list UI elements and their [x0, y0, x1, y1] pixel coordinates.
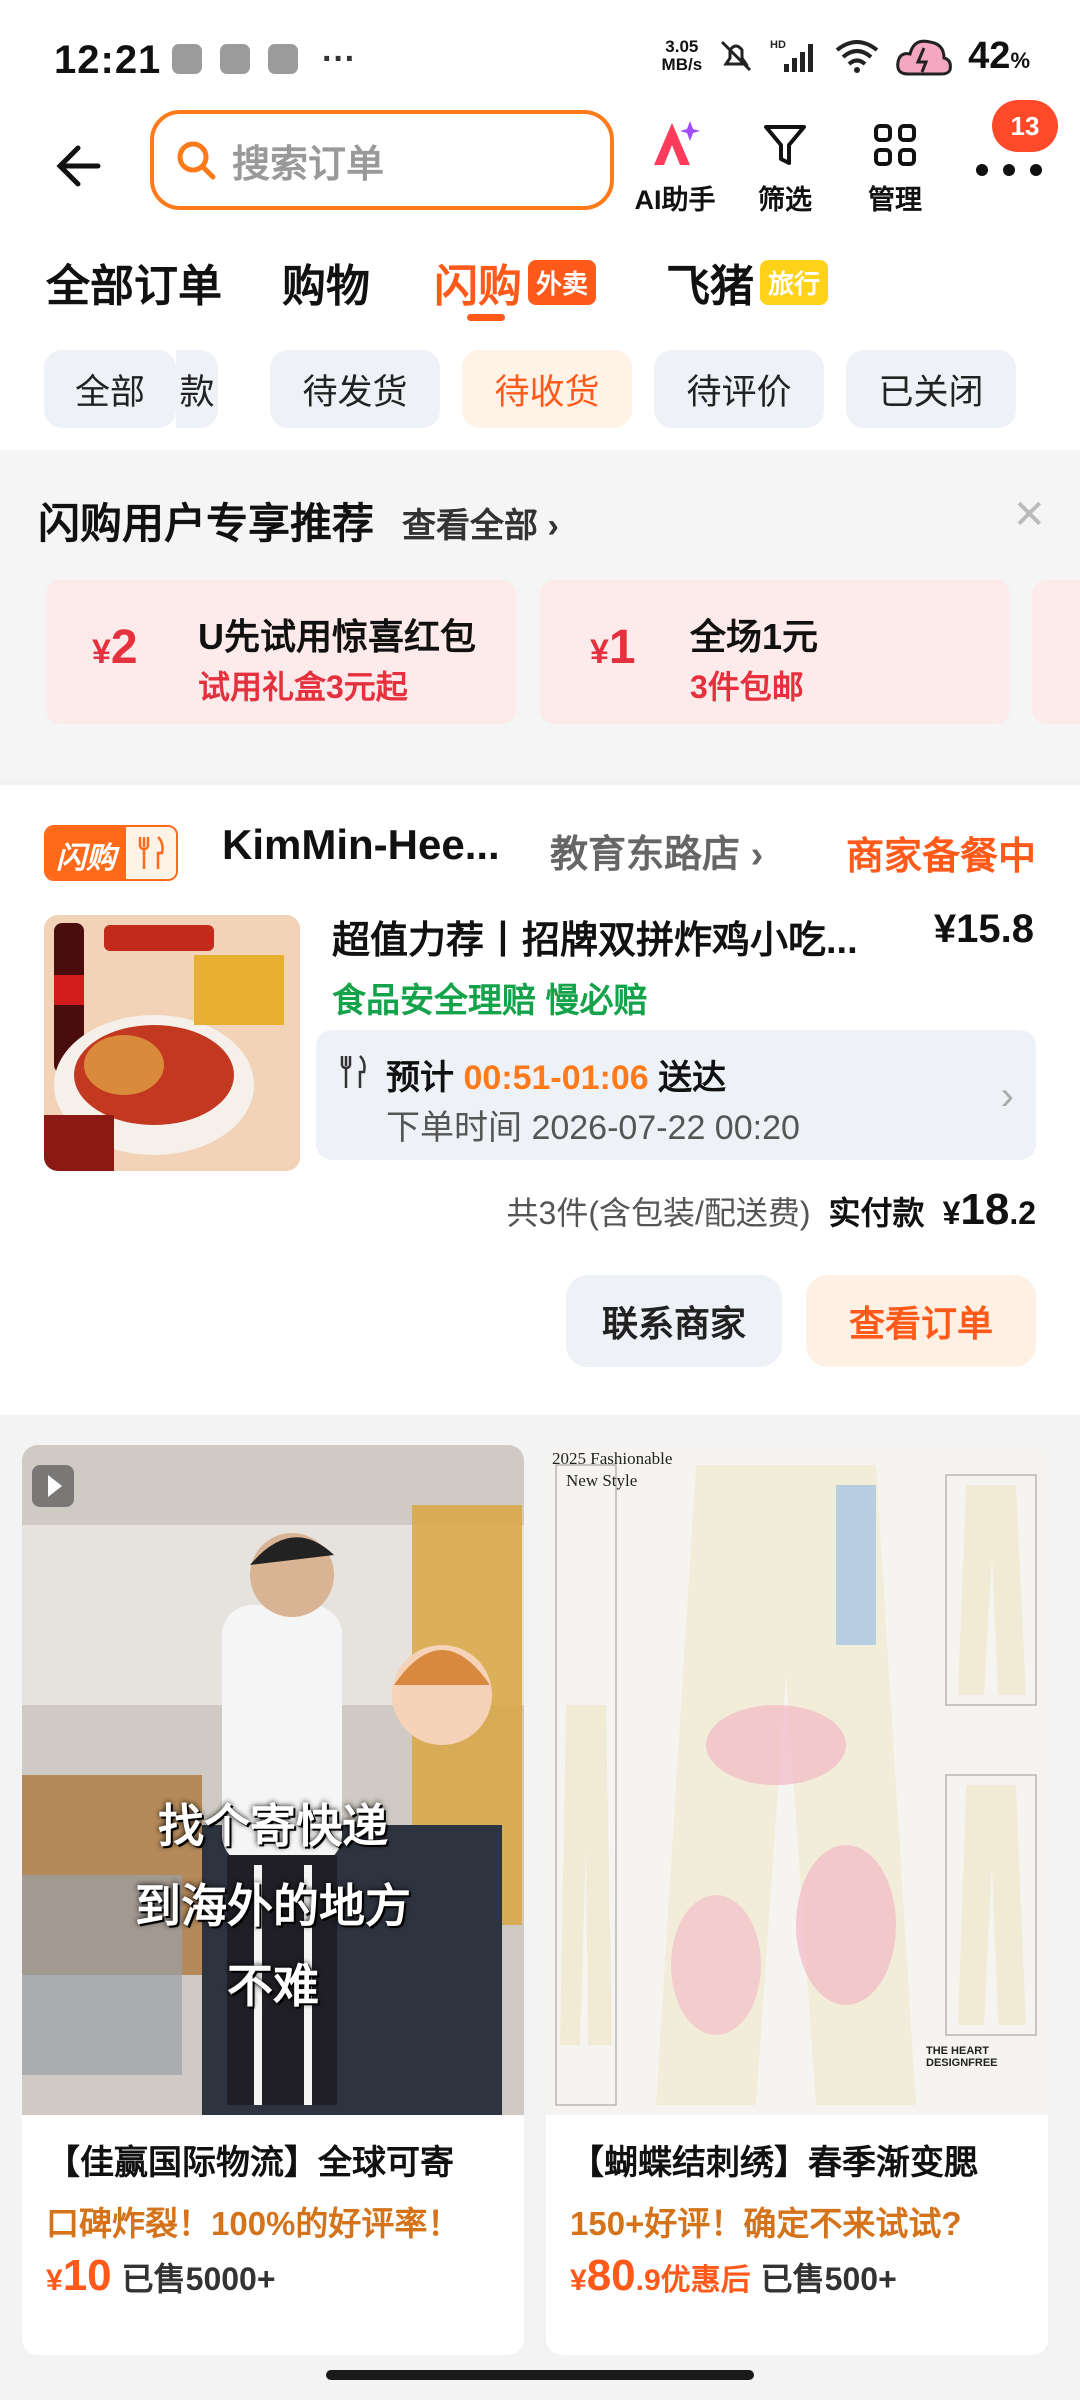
- manage-button[interactable]: 管理: [840, 116, 950, 217]
- back-arrow-icon[interactable]: [44, 136, 104, 196]
- view-order-button[interactable]: 查看订单: [806, 1275, 1036, 1367]
- coupon-subtitle: 3件包邮: [690, 669, 804, 705]
- tab-shopping[interactable]: 购物: [282, 250, 370, 314]
- sold-count: 已售500+: [760, 2261, 897, 2297]
- close-icon[interactable]: ✕: [1012, 492, 1046, 538]
- app-notification-icon: [172, 44, 202, 74]
- weibo-notification-icon: [268, 44, 298, 74]
- recommend-title: 闪购用户专享推荐: [38, 500, 375, 547]
- shop-branch[interactable]: 教育东路店 ›: [550, 823, 763, 878]
- fried-chicken-image: [44, 915, 300, 1171]
- chip-closed[interactable]: 已关闭: [846, 350, 1016, 428]
- shop-name[interactable]: KimMin-Hee...: [222, 821, 500, 869]
- coupon-card[interactable]: ¥2 U先试用惊喜红包 试用礼盒3元起: [46, 580, 516, 724]
- search-icon: [177, 141, 216, 180]
- message-badge: 13: [992, 100, 1058, 152]
- chip-all[interactable]: 全部: [44, 350, 176, 428]
- chevron-right-icon: ›: [547, 507, 559, 545]
- wechat-notification-icon: [220, 44, 250, 74]
- tab-flash-purchase[interactable]: 闪购 外卖: [434, 250, 597, 314]
- status-filter-chips: 全部 款 待发货 待收货 待评价 已关闭: [0, 350, 1080, 450]
- paid-amount: ¥18.2: [942, 1185, 1036, 1234]
- recommendation-feed: 找个寄快递 到海外的地方 不难 【佳赢国际物流】全球可寄 口碑炸裂！100%的好…: [0, 1415, 1080, 2400]
- ai-sparkle-icon: [654, 121, 700, 165]
- svg-text:HD: HD: [770, 39, 786, 51]
- more-notifications-icon: ···: [322, 40, 356, 78]
- product-title[interactable]: 超值力荐丨招牌双拼炸鸡小吃...: [332, 909, 858, 964]
- image-caption: THE HEART DESIGNFREE: [926, 2045, 998, 2069]
- pants-image: [546, 1445, 1048, 2115]
- grid-icon: [874, 124, 916, 166]
- chevron-right-icon: ›: [1000, 1074, 1014, 1118]
- tab-all-orders[interactable]: 全部订单: [46, 250, 222, 314]
- coupon-card-partial[interactable]: [1032, 580, 1080, 724]
- signal-icon: HD: [770, 39, 814, 72]
- recommend-section: 闪购用户专享推荐 查看全部 › ✕ ¥2 U先试用惊喜红包 试用礼盒3元起 ¥1…: [0, 450, 1080, 780]
- product-card[interactable]: 找个寄快递 到海外的地方 不难 【佳赢国际物流】全球可寄 口碑炸裂！100%的好…: [22, 1445, 524, 2355]
- filter-icon: [764, 125, 806, 165]
- mute-icon: [721, 40, 752, 72]
- product-title: 【佳赢国际物流】全球可寄: [46, 2144, 454, 2182]
- image-caption: New Style: [566, 1471, 638, 1490]
- video-caption-line: 找个寄快递: [158, 1800, 388, 1852]
- order-status: 商家备餐中: [845, 836, 1036, 878]
- coupon-subtitle: 试用礼盒3元起: [198, 669, 408, 705]
- coupon-amount: ¥1: [590, 621, 636, 674]
- chip-to-review[interactable]: 待评价: [654, 350, 824, 428]
- search-placeholder: 搜索订单: [232, 143, 385, 186]
- video-caption-line: 不难: [227, 1960, 319, 2012]
- wifi-icon: [835, 40, 879, 73]
- product-price: ¥15.8: [933, 907, 1034, 951]
- fork-knife-icon: [126, 827, 176, 879]
- product-price: ¥80.9优惠后 已售500+: [570, 2251, 897, 2300]
- home-indicator[interactable]: [326, 2370, 754, 2380]
- travel-tag: 旅行: [760, 259, 829, 305]
- takeout-tag: 外卖: [528, 259, 597, 305]
- insurance-info: 食品安全理赔 慢必赔: [332, 982, 648, 1020]
- image-caption: 2025 Fashionable: [552, 1449, 673, 1468]
- view-all-link[interactable]: 查看全部 ›: [402, 498, 559, 547]
- product-subtitle: 口碑炸裂！100%的好评率！: [46, 2205, 461, 2242]
- chevron-right-icon: ›: [750, 834, 764, 876]
- product-price: ¥10 已售5000+: [46, 2251, 276, 2300]
- chip-to-ship[interactable]: 待发货: [270, 350, 440, 428]
- order-total: 共3件(含包装/配送费) 实付款 ¥18.2: [506, 1185, 1036, 1234]
- product-title: 【蝴蝶结刺绣】春季渐变腮: [570, 2144, 978, 2182]
- active-tab-indicator: [467, 314, 505, 321]
- video-caption-line: 到海外的地方: [135, 1880, 411, 1932]
- battery-level: 42%: [968, 34, 1030, 77]
- product-thumbnail[interactable]: [44, 915, 300, 1171]
- delivery-eta-panel[interactable]: 预计 00:51-01:06 送达 下单时间 2026-07-22 00:20 …: [316, 1030, 1036, 1160]
- chip-pending-payment[interactable]: 款: [176, 350, 218, 428]
- search-input[interactable]: 搜索订单: [150, 110, 614, 210]
- chip-to-receive[interactable]: 待收货: [462, 350, 632, 428]
- product-subtitle: 150+好评！确定不来试试?: [570, 2205, 962, 2242]
- sold-count: 已售5000+: [121, 2261, 276, 2297]
- coupon-title: 全场1元: [690, 616, 819, 657]
- coupon-amount: ¥2: [92, 621, 138, 674]
- status-right: 3.05 MB/s HD 42%: [662, 34, 1030, 78]
- battery-cloud-icon: [896, 39, 953, 76]
- coupon-title: U先试用惊喜红包: [198, 616, 476, 657]
- order-card: 闪购 KimMin-Hee... 教育东路店 › 商家备餐中 超值力荐丨招牌双拼…: [0, 785, 1080, 1415]
- product-card[interactable]: 2025 Fashionable New Style THE HEART DES…: [546, 1445, 1048, 2355]
- eta-line: 预计 00:51-01:06 送达: [386, 1059, 727, 1097]
- product-image: 找个寄快递 到海外的地方 不难: [22, 1445, 524, 2115]
- order-type-tabs: 全部订单 购物 闪购 外卖 飞猪 旅行: [0, 250, 1080, 350]
- fork-knife-icon: [340, 1055, 366, 1088]
- filter-button[interactable]: 筛选: [730, 116, 840, 217]
- flash-purchase-tag: 闪购: [44, 825, 178, 881]
- status-bar: 12:21 ··· 3.05 MB/s HD 42%: [0, 0, 1080, 110]
- net-speed: 3.05 MB/s: [661, 37, 703, 74]
- status-time: 12:21: [54, 38, 162, 82]
- product-image: 2025 Fashionable New Style THE HEART DES…: [546, 1445, 1048, 2115]
- ai-assistant-button[interactable]: AI助手: [620, 116, 730, 217]
- coupon-card[interactable]: ¥1 全场1元 3件包邮: [540, 580, 1010, 724]
- header: 搜索订单 AI助手 筛选 管理 13: [0, 100, 1080, 250]
- tab-fliggy[interactable]: 飞猪 旅行: [666, 250, 829, 314]
- order-time: 下单时间 2026-07-22 00:20: [386, 1109, 800, 1147]
- notification-icons: ···: [172, 40, 356, 78]
- contact-merchant-button[interactable]: 联系商家: [566, 1275, 782, 1367]
